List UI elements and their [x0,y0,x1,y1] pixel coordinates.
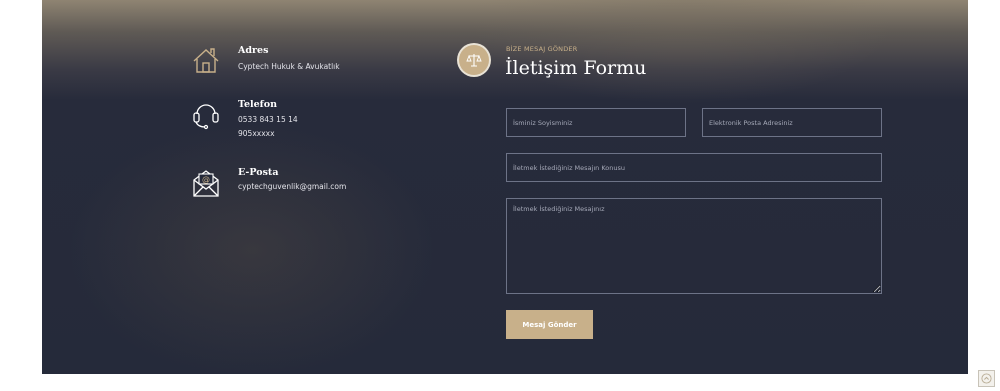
address-line: Cyptech Hukuk & Avukatlık [238,62,340,71]
scroll-to-top-button[interactable] [978,370,995,387]
scales-icon [466,54,482,67]
phone-line-1: 0533 843 15 14 [238,115,298,124]
email-input[interactable] [702,108,882,137]
send-message-button[interactable]: Mesaj Gönder [506,310,593,339]
house-icon [193,48,219,73]
email-title: E-Posta [238,167,279,178]
name-input[interactable] [506,108,686,137]
subject-input[interactable] [506,153,882,182]
svg-text:@: @ [202,175,210,184]
email-line: cyptechguvenlik@gmail.com [238,182,347,191]
address-title: Adres [238,45,269,56]
form-eyebrow: BİZE MESAJ GÖNDER [506,45,578,53]
phone-title: Telefon [238,99,278,110]
form-title: İletişim Formu [505,57,647,79]
form-badge [459,45,489,75]
headset-icon [193,104,219,130]
message-textarea[interactable] [506,198,882,294]
envelope-icon: @ [193,170,219,197]
contact-section: Adres Cyptech Hukuk & Avukatlık Telefon … [42,0,968,374]
phone-line-2: 905xxxxx [238,129,275,138]
chevron-up-icon [981,373,992,384]
